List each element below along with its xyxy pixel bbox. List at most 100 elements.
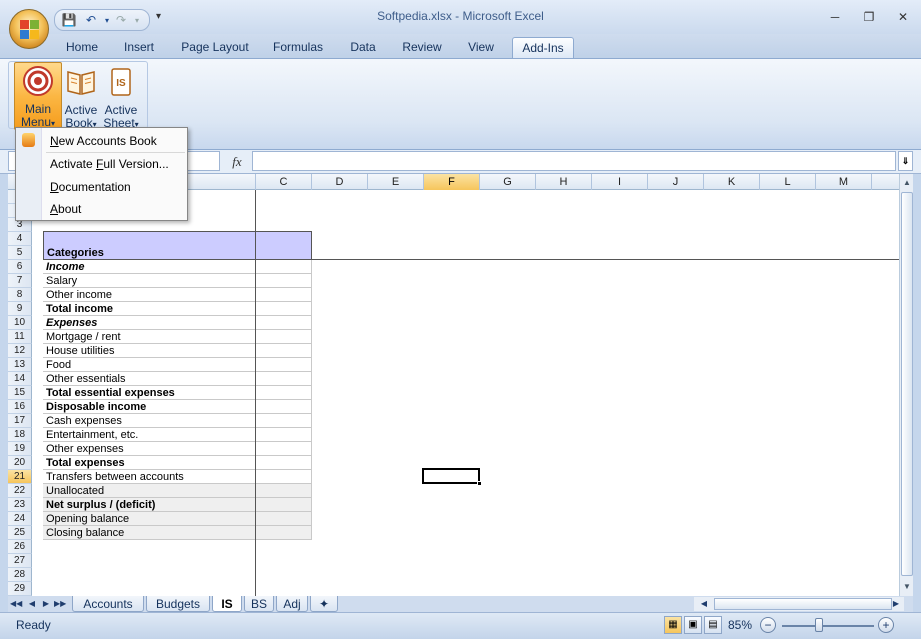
sheet-tab-budgets[interactable]: Budgets: [146, 596, 210, 612]
category-cell[interactable]: Mortgage / rent: [43, 330, 256, 344]
column-header-d[interactable]: D: [312, 174, 368, 190]
insert-sheet-icon[interactable]: ✦: [310, 596, 338, 612]
main-menu-button[interactable]: Main Menu▾: [14, 62, 62, 130]
tab-page-layout[interactable]: Page Layout: [176, 37, 254, 58]
row-header[interactable]: 18: [8, 428, 32, 442]
category-cell[interactable]: Total income: [43, 302, 256, 316]
close-icon[interactable]: ✕: [892, 8, 914, 26]
prev-sheet-icon[interactable]: ◀: [26, 597, 38, 611]
category-cell[interactable]: Total expenses: [43, 456, 256, 470]
row-header[interactable]: 11: [8, 330, 32, 344]
active-sheet-button[interactable]: IS Active Sheet▾: [101, 64, 141, 130]
last-sheet-icon[interactable]: ▶▶: [54, 597, 66, 611]
sheet-tab-adj[interactable]: Adj: [276, 596, 308, 612]
zoom-in-icon[interactable]: +: [878, 617, 894, 633]
expand-formula-bar-icon[interactable]: ⇓: [898, 151, 913, 171]
row-header[interactable]: 17: [8, 414, 32, 428]
category-cell[interactable]: Closing balance: [43, 526, 256, 540]
normal-view-icon[interactable]: ▦: [664, 616, 682, 634]
column-header-l[interactable]: L: [760, 174, 816, 190]
row-header[interactable]: 29: [8, 582, 32, 596]
column-header-c[interactable]: C: [256, 174, 312, 190]
vertical-scrollbar[interactable]: ▲ ▼: [899, 174, 913, 596]
category-cell[interactable]: Food: [43, 358, 256, 372]
row-header[interactable]: 16: [8, 400, 32, 414]
column-header-k[interactable]: K: [704, 174, 760, 190]
zoom-slider-track[interactable]: [782, 625, 874, 627]
zoom-level[interactable]: 85%: [728, 618, 752, 632]
column-header-f[interactable]: F: [424, 174, 480, 190]
tab-view[interactable]: View: [460, 37, 502, 58]
sheet-tab-is[interactable]: IS: [212, 596, 242, 612]
zoom-slider-thumb[interactable]: [815, 618, 823, 632]
page-layout-view-icon[interactable]: ▣: [684, 616, 702, 634]
category-cell[interactable]: Transfers between accounts: [43, 470, 256, 484]
row-header[interactable]: 13: [8, 358, 32, 372]
categories-header-cell[interactable]: Categories: [43, 231, 256, 260]
category-cell[interactable]: Total essential expenses: [43, 386, 256, 400]
category-cell[interactable]: Opening balance: [43, 512, 256, 526]
categories-header-cell-c[interactable]: [256, 231, 312, 260]
row-header[interactable]: 7: [8, 274, 32, 288]
column-header-m[interactable]: M: [816, 174, 872, 190]
formula-input[interactable]: [252, 151, 896, 171]
active-book-button[interactable]: Active Book▾: [61, 64, 101, 130]
insert-function-icon[interactable]: fx: [226, 153, 248, 171]
tab-formulas[interactable]: Formulas: [266, 37, 330, 58]
menu-item-new-accounts-book[interactable]: New Accounts Book: [50, 134, 157, 148]
column-c-cells[interactable]: [256, 260, 312, 540]
category-cell[interactable]: Income: [43, 260, 256, 274]
row-header[interactable]: 14: [8, 372, 32, 386]
active-cell-cursor[interactable]: [422, 468, 482, 486]
column-header-i[interactable]: I: [592, 174, 648, 190]
row-header[interactable]: 22: [8, 484, 32, 498]
office-button[interactable]: [9, 9, 49, 49]
category-cell[interactable]: Disposable income: [43, 400, 256, 414]
scroll-up-icon[interactable]: ▲: [900, 176, 914, 190]
sheet-tab-bs[interactable]: BS: [244, 596, 274, 612]
tab-review[interactable]: Review: [396, 37, 448, 58]
category-cell[interactable]: Unallocated: [43, 484, 256, 498]
row-header[interactable]: 27: [8, 554, 32, 568]
horizontal-scroll-thumb[interactable]: [714, 598, 892, 610]
menu-item-documentation[interactable]: Documentation: [50, 180, 131, 194]
column-header-j[interactable]: J: [648, 174, 704, 190]
category-cell[interactable]: Other expenses: [43, 442, 256, 456]
row-header[interactable]: 23: [8, 498, 32, 512]
page-break-view-icon[interactable]: ▤: [704, 616, 722, 634]
first-sheet-icon[interactable]: ◀◀: [10, 597, 22, 611]
row-header[interactable]: 24: [8, 512, 32, 526]
vertical-scroll-thumb[interactable]: [901, 192, 913, 576]
menu-item-activate-full-version[interactable]: Activate Full Version...: [50, 157, 169, 171]
category-cell[interactable]: Net surplus / (deficit): [43, 498, 256, 512]
row-header[interactable]: 10: [8, 316, 32, 330]
row-header[interactable]: 28: [8, 568, 32, 582]
category-cell[interactable]: Salary: [43, 274, 256, 288]
row-header[interactable]: 20: [8, 456, 32, 470]
tab-add-ins[interactable]: Add-Ins: [512, 37, 574, 58]
worksheet-grid[interactable]: CDEFGHIJKLM 1234567891011121314151617181…: [8, 174, 899, 596]
minimize-icon[interactable]: ─: [824, 8, 846, 26]
tab-data[interactable]: Data: [342, 37, 384, 58]
next-sheet-icon[interactable]: ▶: [40, 597, 52, 611]
category-cell[interactable]: Other income: [43, 288, 256, 302]
restore-icon[interactable]: ❐: [858, 8, 880, 26]
row-header[interactable]: 25: [8, 526, 32, 540]
row-header[interactable]: 12: [8, 344, 32, 358]
scroll-right-icon[interactable]: ▶: [890, 597, 902, 611]
row-header[interactable]: 6: [8, 260, 32, 274]
menu-item-about[interactable]: About: [50, 202, 81, 216]
zoom-out-icon[interactable]: −: [760, 617, 776, 633]
scroll-down-icon[interactable]: ▼: [900, 580, 914, 594]
row-header[interactable]: 26: [8, 540, 32, 554]
category-cell[interactable]: Cash expenses: [43, 414, 256, 428]
scroll-left-icon[interactable]: ◀: [698, 597, 710, 611]
row-header[interactable]: 9: [8, 302, 32, 316]
row-header[interactable]: 8: [8, 288, 32, 302]
row-header[interactable]: 19: [8, 442, 32, 456]
row-header[interactable]: 4: [8, 232, 32, 246]
category-cell[interactable]: Entertainment, etc.: [43, 428, 256, 442]
fill-handle[interactable]: [477, 481, 482, 486]
row-header[interactable]: 5: [8, 246, 32, 260]
sheet-tab-accounts[interactable]: Accounts: [72, 596, 144, 612]
